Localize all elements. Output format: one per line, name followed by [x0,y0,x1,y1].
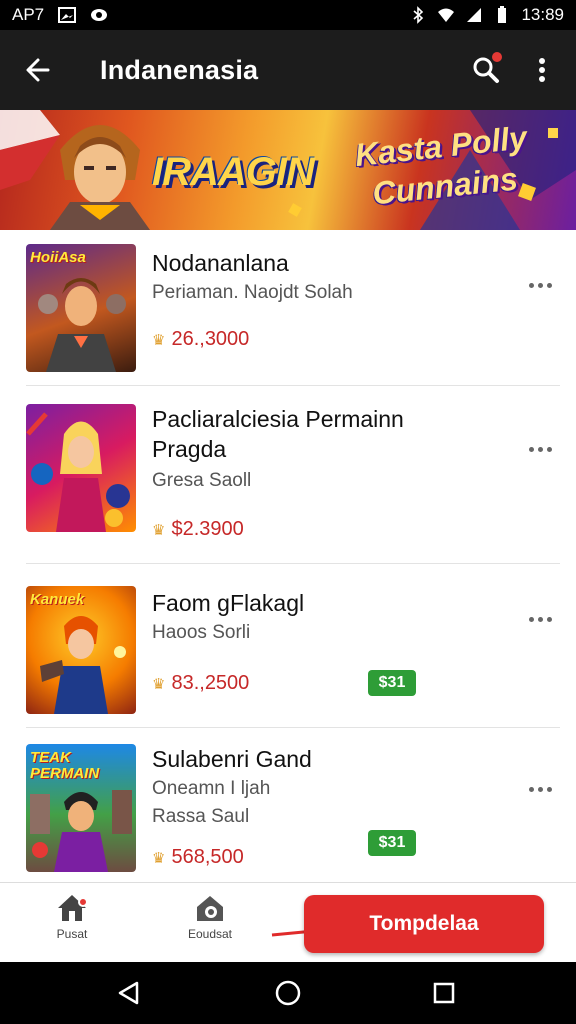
game-subtitle: Periaman. Naojdt Solah [152,282,353,303]
triangle-back-icon [118,981,139,1005]
banner-hero-art [50,125,150,230]
page-title: Indanenasia [100,54,259,85]
banner-logo: IRAAGIN [152,150,315,194]
price-value: 568,500 [171,846,244,868]
list-item[interactable]: Kanuek Faom gFlakagl Haoos Sorli ♛ 83.,2… [0,564,576,728]
system-back-button[interactable] [112,976,146,1010]
price-badge: $31 [368,830,416,856]
back-button[interactable] [0,30,76,110]
system-home-button[interactable] [271,976,305,1010]
game-title: Pacliaralciesia Permainn Pragda [152,406,404,462]
game-thumbnail: Kanuek [26,586,136,714]
search-button[interactable] [458,30,514,110]
item-more-button[interactable] [520,604,560,634]
promo-banner[interactable]: IRAAGIN Kasta Polly Cunnains [0,110,576,230]
nav-second[interactable]: Eoudsat [170,893,250,953]
game-thumbnail: HoiiAsa [26,244,136,372]
gallery-icon [58,7,77,23]
thumbnail-title: TEAK PERMAIN [30,749,100,782]
thumbnail-title: HoiiAsa [30,249,86,266]
carrier-label: AP7 [12,5,45,24]
game-list: HoiiAsa Nodananlana Periaman. Naojdt Sol… [0,230,576,882]
game-title: Sulabenri Gand [152,746,312,772]
square-recents-icon [433,982,455,1004]
nav-second-label: Eoudsat [187,927,233,941]
game-title: Faom gFlakagl [152,590,305,616]
wifi-icon [438,8,455,22]
price-value: 26.,3000 [171,328,250,350]
game-price: ♛ 26.,3000 [152,328,249,351]
signal-icon [467,8,482,22]
app-bar: Indanenasia [0,30,576,110]
more-options-button[interactable] [514,30,570,110]
list-item[interactable]: HoiiAsa Nodananlana Periaman. Naojdt Sol… [0,230,576,386]
price-value: 83.,2500 [171,672,250,694]
eye-icon [91,9,108,21]
battery-icon [498,6,507,23]
circle-home-icon [275,980,301,1006]
nav-home-label: Pusat [56,927,88,941]
game-price: ♛ 83.,2500 [152,672,249,695]
game-price: ♛ 568,500 [152,846,244,869]
price-badge: $31 [368,670,416,696]
game-subtitle: Oneamn I ljah [152,778,271,799]
item-more-button[interactable] [520,270,560,300]
list-item[interactable]: TEAK PERMAIN Sulabenri Gand Oneamn I lja… [0,728,576,882]
game-subtitle: Gresa Saoll [152,470,252,491]
primary-cta-button[interactable]: Tompdelaa [304,895,544,953]
game-price: ♛ $2.3900 [152,518,244,541]
game-thumbnail: TEAK PERMAIN [26,744,136,872]
house-camera-icon [197,896,223,921]
nav-home[interactable]: Pusat [32,893,112,953]
coin-icon: ♛ [152,331,166,349]
item-more-button[interactable] [520,774,560,804]
coin-icon: ♛ [152,849,166,867]
status-bar: AP7 13:89 [0,0,576,30]
game-subtitle-secondary: Rassa Saul [152,806,250,827]
price-value: $2.3900 [171,518,244,540]
bluetooth-icon [413,6,424,24]
system-nav-bar [0,962,576,1024]
more-vert-icon [539,58,545,82]
list-item[interactable]: Pacliaralciesia Permainn Pragda Gresa Sa… [0,386,576,564]
coin-icon: ♛ [152,521,166,539]
game-thumbnail [26,404,136,532]
back-arrow-icon [26,58,50,82]
game-thumbnail-art [26,412,130,532]
game-subtitle: Haoos Sorli [152,622,251,643]
item-more-button[interactable] [520,434,560,464]
system-recents-button[interactable] [427,976,461,1010]
game-title: Nodananlana [152,250,289,276]
thumbnail-title: Kanuek [30,591,85,608]
coin-icon: ♛ [152,675,166,693]
notification-dot [492,52,502,62]
clock: 13:89 [521,5,564,24]
bottom-nav: Pusat Eoudsat Tompdelaa [0,882,576,962]
notification-dot [78,897,88,907]
